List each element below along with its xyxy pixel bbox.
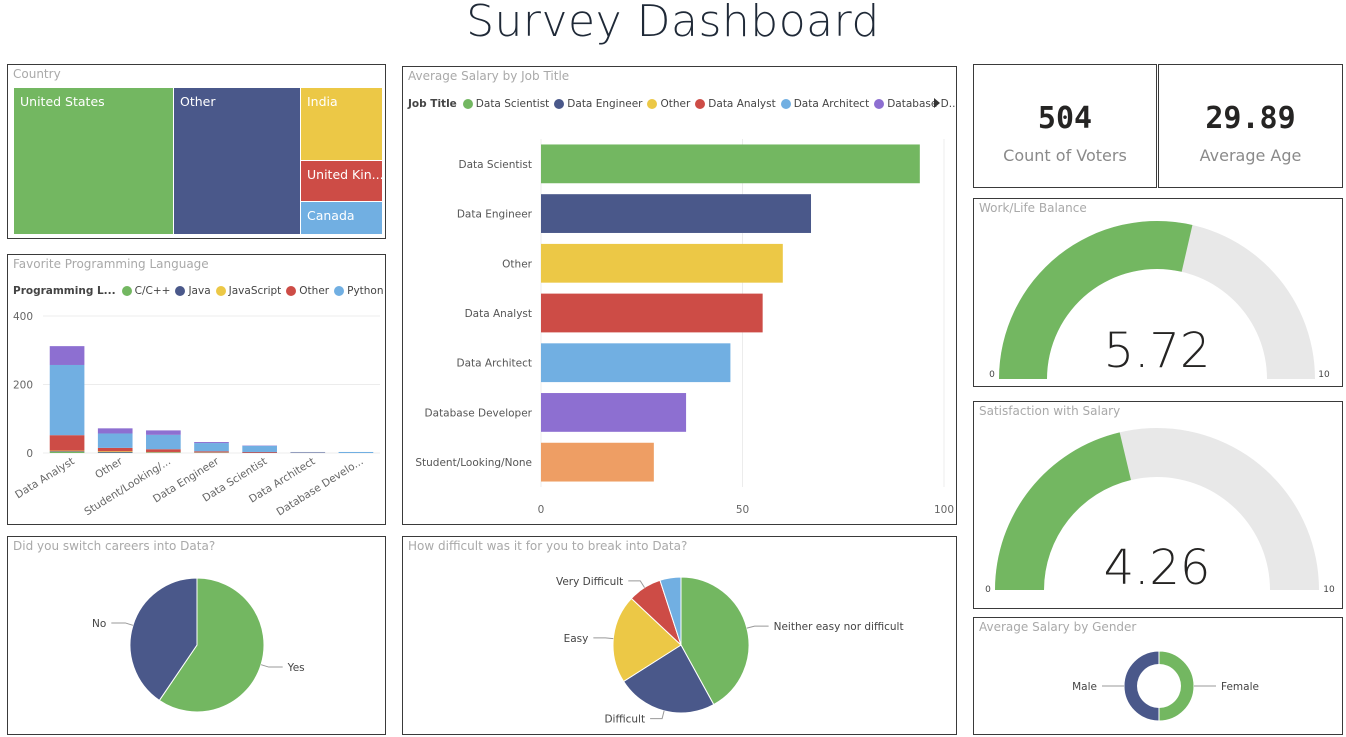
card-label: Count of Voters: [1003, 146, 1127, 165]
y-tick-label: 0: [26, 448, 33, 460]
card-value: 504: [1037, 101, 1093, 136]
x-tick-label: Database Develo...: [275, 455, 366, 518]
bar-segment: [146, 430, 181, 435]
data-label: Very Difficult: [556, 576, 623, 588]
work-life-balance-gauge-panel[interactable]: Work/Life Balance 5.72 0 10: [973, 198, 1343, 387]
callout-line: [593, 637, 614, 640]
salary-satisfaction-gauge-panel[interactable]: Satisfaction with Salary 4.26 0 10: [973, 401, 1343, 609]
count-of-voters-card[interactable]: 504 Count of Voters: [973, 64, 1157, 188]
y-tick-label: Data Scientist: [459, 159, 533, 171]
bar-segment: [290, 451, 326, 453]
gauge-max: 10: [1318, 370, 1330, 380]
pie-chart: Neither easy nor difficult Difficult Easy V…: [556, 576, 904, 726]
bar: [541, 194, 812, 233]
bar-segment: [49, 451, 85, 453]
x-tick-label: 50: [736, 504, 749, 516]
x-tick-label: 0: [538, 504, 545, 516]
programming-language-chart-panel[interactable]: Favorite Programming Language Programmin…: [7, 254, 386, 525]
treemap-tile-united-kingdom[interactable]: United Kin...: [300, 160, 383, 202]
bar: [541, 144, 920, 184]
gauge-min: 0: [985, 585, 991, 595]
bar-segment: [97, 451, 133, 452]
country-treemap-panel[interactable]: Country United States Other India United…: [7, 64, 386, 239]
card-label: Average Age: [1199, 146, 1302, 165]
treemap-tile-other[interactable]: Other: [173, 87, 301, 235]
bar: [541, 343, 731, 383]
bar-segment: [194, 442, 229, 444]
bar-segment: [338, 451, 374, 453]
bar-segment: [146, 449, 181, 452]
y-tick-label: Other: [502, 258, 532, 270]
callout-line: [650, 710, 665, 720]
x-tick-label: Student/Looking/...: [82, 455, 173, 518]
bar-segment: [146, 434, 181, 450]
data-label: No: [92, 618, 106, 630]
bar: [541, 293, 763, 333]
data-label: Male: [1072, 681, 1097, 693]
bar-segment: [97, 428, 133, 434]
donut-hole: [1137, 664, 1181, 708]
data-label: Female: [1221, 681, 1259, 693]
bar-segment: [97, 451, 133, 453]
bar-segment: [242, 445, 277, 452]
salary-by-gender-donut-panel[interactable]: Average Salary by Gender Female Male: [973, 617, 1343, 735]
y-tick-label: Data Architect: [457, 358, 533, 370]
bar-segment: [49, 451, 85, 452]
average-age-card[interactable]: 29.89 Average Age: [1158, 64, 1343, 188]
y-tick-label: Data Engineer: [457, 209, 533, 221]
bar-segment: [97, 447, 133, 452]
dashboard-title: Survey Dashboard: [466, 0, 880, 47]
bar-segment: [194, 443, 229, 452]
bar-segment: [49, 364, 85, 436]
bar: [541, 243, 783, 283]
data-label: Difficult: [604, 714, 645, 726]
y-tick-label: Student/Looking/None: [415, 457, 532, 469]
gauge-chart: 5.72 0 10: [989, 221, 1330, 380]
gauge-value: 4.26: [1104, 540, 1211, 596]
bar-segment: [49, 346, 85, 365]
gauge-min: 0: [989, 370, 995, 380]
bar: [541, 393, 687, 432]
y-tick-label: Data Analyst: [465, 308, 532, 320]
card-value: 29.89: [1205, 101, 1296, 136]
bar-segment: [49, 435, 85, 451]
callout-line: [746, 625, 769, 629]
pie-chart: Yes No: [92, 577, 305, 713]
gauge-max: 10: [1323, 585, 1335, 595]
donut-chart: Female Male: [1072, 650, 1259, 722]
treemap-tile-canada[interactable]: Canada: [300, 201, 383, 235]
data-label: Easy: [564, 633, 589, 645]
salary-by-job-chart-panel[interactable]: Average Salary by Job Title Job Title Da…: [402, 66, 957, 525]
treemap-tile-india[interactable]: India: [300, 87, 383, 161]
bar-segment: [49, 450, 85, 452]
data-label: Yes: [287, 662, 305, 674]
data-label: Neither easy nor difficult: [774, 621, 904, 633]
x-tick-label: Other: [93, 455, 125, 481]
bar-segment: [242, 451, 277, 453]
difficulty-pie-panel[interactable]: How difficult was it for you to break in…: [402, 536, 957, 735]
bar-segment: [194, 451, 229, 453]
bar: [541, 442, 654, 482]
gauge-value: 5.72: [1104, 323, 1211, 379]
gauge-chart: 4.26 0 10: [985, 428, 1335, 596]
callout-line: [260, 664, 283, 668]
callout-line: [111, 622, 134, 626]
y-tick-label: 200: [13, 380, 33, 392]
treemap-tile-united-states[interactable]: United States: [13, 87, 175, 235]
y-tick-label: 400: [13, 311, 33, 323]
bar-segment: [97, 433, 133, 448]
stacked-bar-chart: 0 200 400 Data Analyst OtherStudent/Looking/…: [13, 311, 380, 518]
horizontal-bar-chart: 0 50 100 Data Scientist Data Engineer Other Da…: [415, 139, 954, 516]
y-tick-label: Database Developer: [425, 407, 533, 419]
x-tick-label: 100: [934, 504, 954, 516]
career-switch-pie-panel[interactable]: Did you switch careers into Data? Yes No: [7, 536, 386, 735]
panel-title: Country: [13, 67, 61, 81]
callout-line: [628, 580, 645, 588]
x-tick-label: Data Analyst: [13, 455, 77, 501]
